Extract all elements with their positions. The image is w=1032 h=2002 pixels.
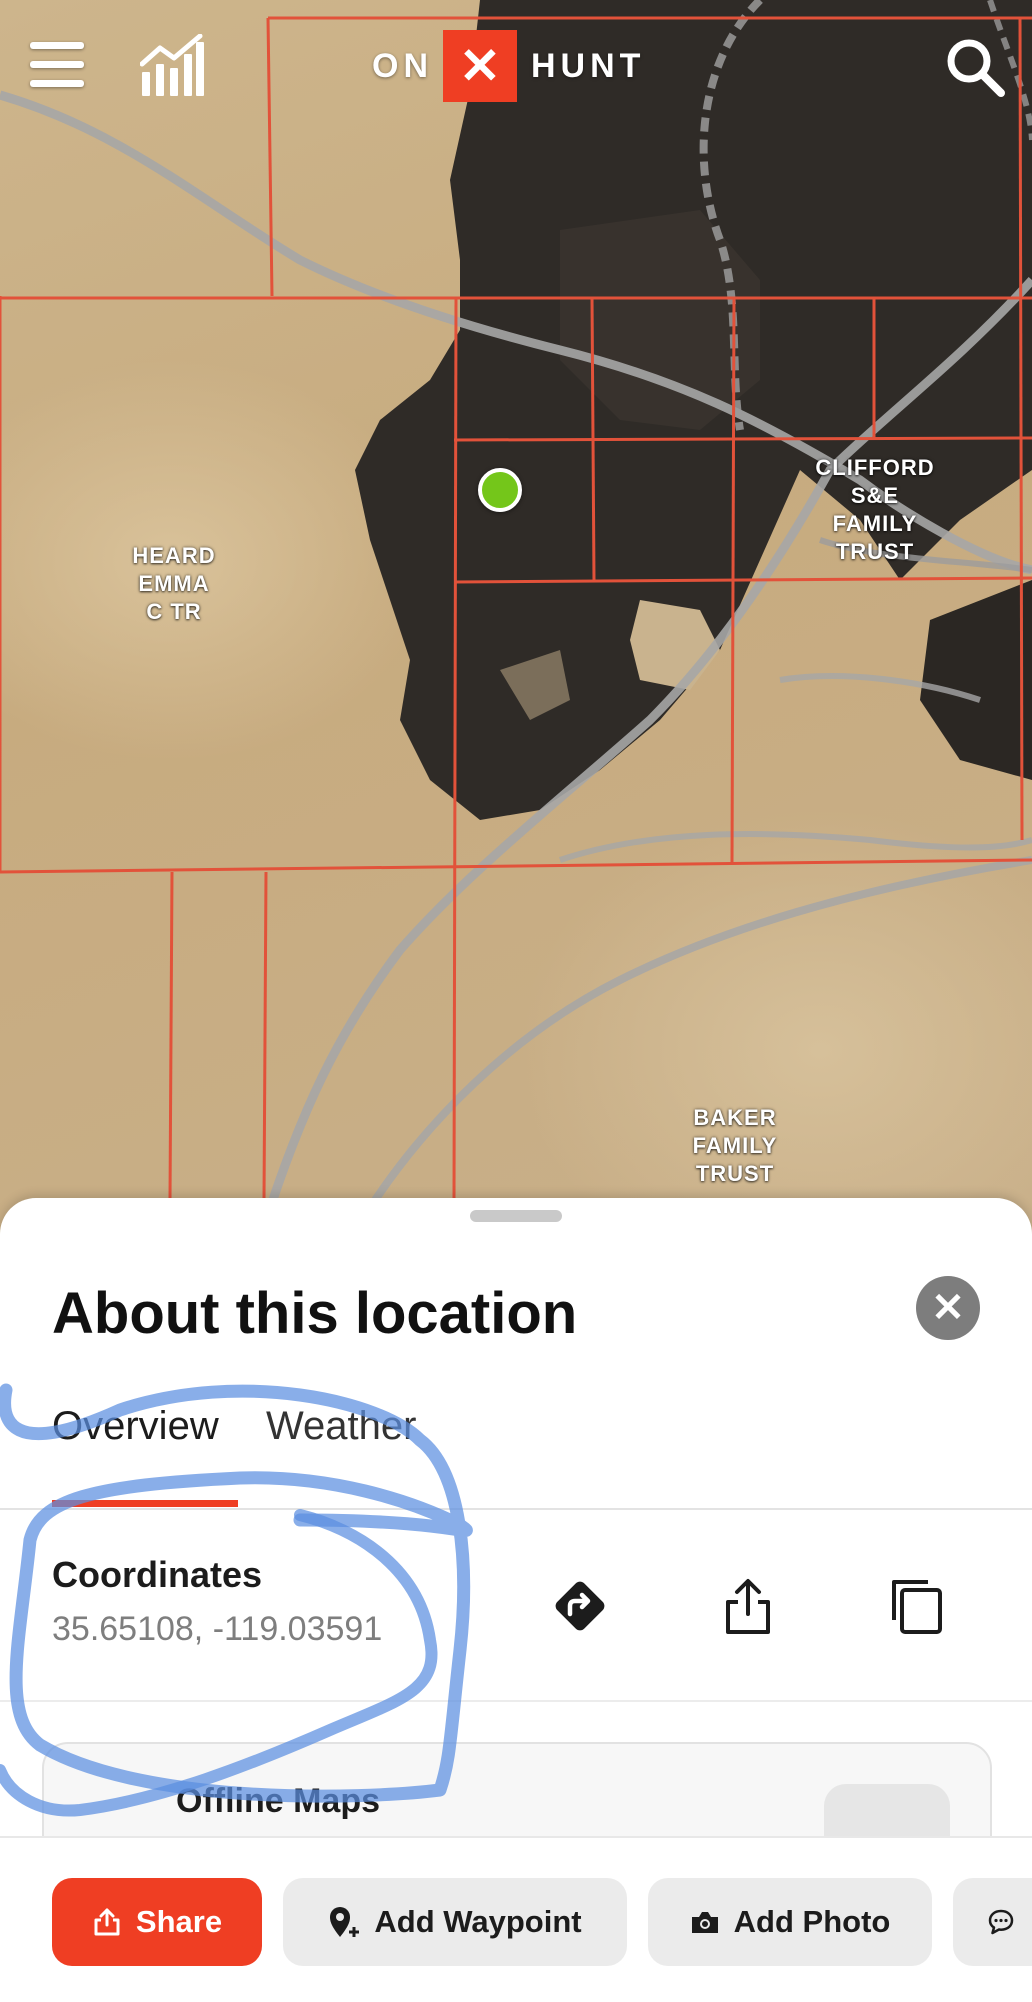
add-waypoint-button[interactable]: Add Waypoint [283,1878,627,1966]
owner-label-baker[interactable]: BAKER FAMILY TRUST [670,1104,800,1188]
waypoint-pin-icon [330,1907,360,1937]
offline-maps-card[interactable]: Offline Maps [42,1742,992,1838]
logo-word-on: ON [372,46,433,85]
selected-location-pin[interactable] [478,468,522,512]
share-icon[interactable] [718,1576,778,1636]
offline-maps-button[interactable] [824,1784,950,1838]
active-tab-indicator [52,1500,238,1507]
camera-icon [691,1912,718,1933]
comment-icon [988,1909,1014,1935]
sheet-grabber[interactable] [470,1210,562,1222]
copy-icon[interactable] [886,1576,946,1636]
tab-divider [0,1508,1032,1510]
owner-label-clifford[interactable]: CLIFFORD S&E FAMILY TRUST [800,454,950,566]
hamburger-menu-icon[interactable] [30,40,84,90]
search-icon[interactable] [944,36,1006,98]
logo-x-mark: ✕ [443,30,517,102]
owner-label-heard[interactable]: HEARD EMMA C TR [104,542,244,626]
comment-button[interactable] [953,1878,1032,1966]
add-photo-button[interactable]: Add Photo [648,1878,932,1966]
share-button[interactable]: Share [52,1878,262,1966]
share-button-label: Share [135,1904,223,1939]
sheet-title: About this location [52,1281,578,1346]
offline-maps-title: Offline Maps [176,1782,381,1820]
close-icon[interactable]: ✕ [916,1276,980,1340]
coordinates-value[interactable]: 35.65108, -119.03591 [52,1610,382,1649]
bar-chart-icon[interactable] [140,34,204,96]
share-icon [94,1908,120,1936]
location-info-sheet: About this location ✕ Overview Weather C… [0,1198,1032,1838]
map-view[interactable]: ON ✕ HUNT HEARD EMMA C TR CLIFFORD S&E F… [0,0,1032,1240]
logo-word-hunt: HUNT [531,46,646,85]
tab-weather[interactable]: Weather [266,1404,416,1449]
directions-icon[interactable] [550,1576,610,1636]
add-waypoint-label: Add Waypoint [374,1904,582,1939]
coordinates-label: Coordinates [52,1554,263,1595]
onx-hunt-logo: ON ✕ HUNT [372,30,645,102]
row-divider [0,1700,1032,1702]
tab-overview[interactable]: Overview [52,1404,219,1449]
bottom-action-bar: Share Add Waypoint Add Photo [0,1836,1032,2002]
top-toolbar: ON ✕ HUNT [0,0,1032,140]
add-photo-label: Add Photo [733,1904,891,1939]
